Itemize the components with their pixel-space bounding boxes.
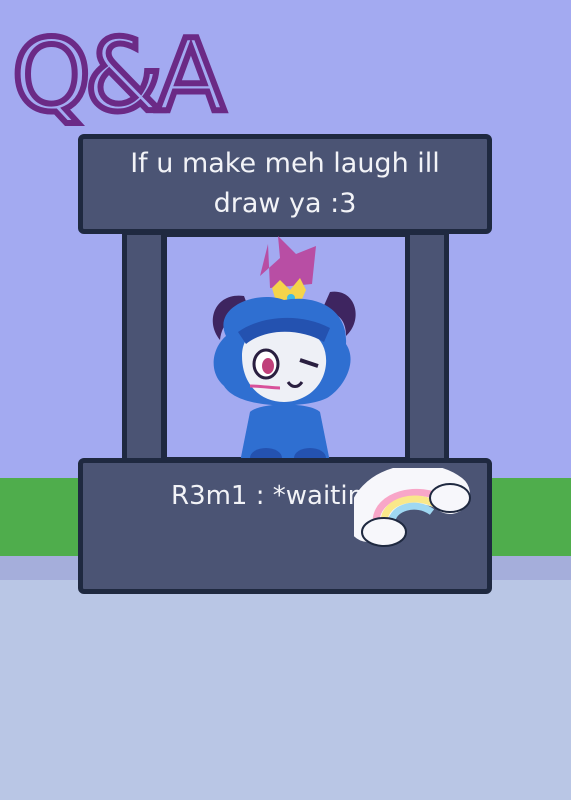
booth-prompt: If u make meh laugh ill draw ya :3 [130, 148, 440, 219]
floor [0, 580, 571, 800]
character-illustration [212, 236, 356, 468]
title-lettering: Q&A [9, 14, 234, 132]
title-text: Q&A [12, 17, 225, 132]
booth-sign: If u make meh laugh ill draw ya :3 [78, 134, 492, 234]
booth-pillar-right [405, 230, 449, 470]
rainbow-sticker [354, 468, 471, 547]
booth-pillar-left [122, 230, 166, 470]
